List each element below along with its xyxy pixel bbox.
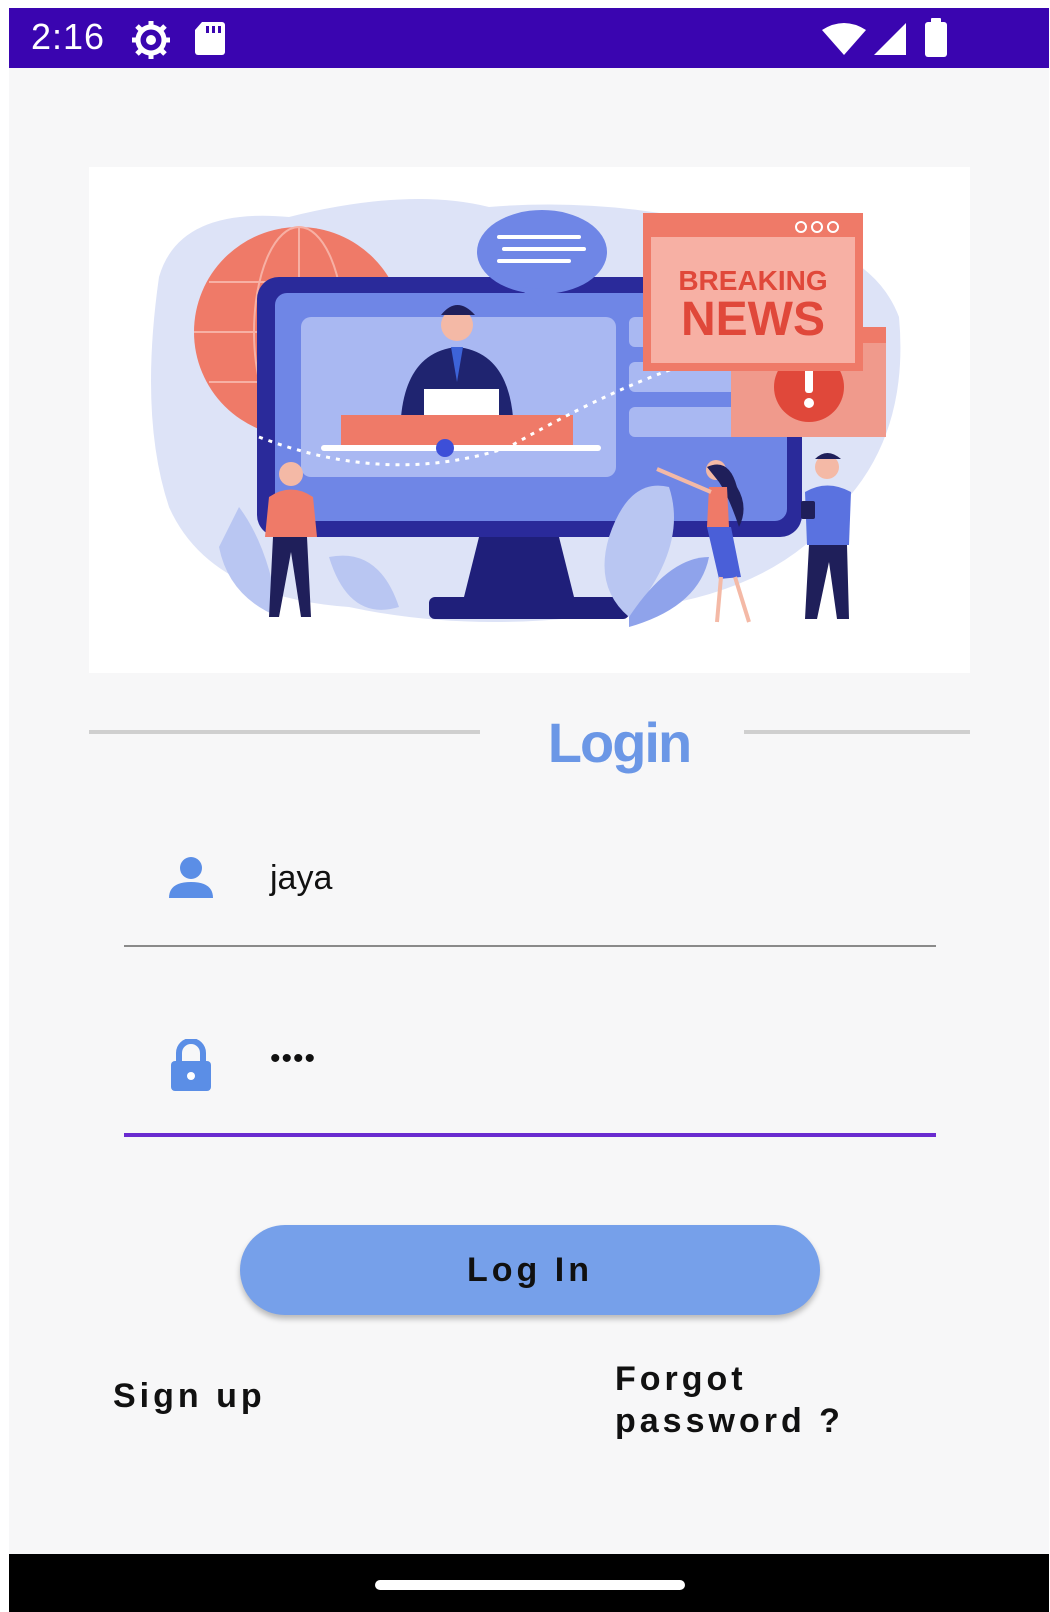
battery-icon: [925, 18, 947, 57]
app-screen: 2:16 BREAKING NEWS Login jaya •••• Log I…: [9, 8, 1049, 1612]
hero-illustration: BREAKING NEWS: [89, 167, 970, 673]
sign-up-link[interactable]: Sign up: [113, 1375, 266, 1417]
forgot-line-2: password ?: [615, 1402, 844, 1440]
divider-right: [744, 730, 970, 734]
username-input[interactable]: jaya: [270, 859, 332, 898]
login-title: Login: [547, 711, 692, 774]
password-underline: [124, 1133, 936, 1137]
forgot-line-1: Forgot: [615, 1360, 747, 1398]
forgot-password-link[interactable]: Forgot password ?: [615, 1358, 844, 1442]
divider-left: [89, 730, 480, 734]
password-input[interactable]: ••••: [270, 1042, 316, 1076]
navigation-bar: [9, 1554, 1049, 1612]
settings-gear-icon: [132, 21, 170, 59]
username-underline: [124, 945, 936, 947]
status-bar: 2:16: [9, 8, 1049, 68]
sd-card-icon: [195, 22, 225, 55]
person-icon: [169, 857, 213, 898]
login-button[interactable]: Log In: [240, 1225, 820, 1315]
home-gesture-handle[interactable]: [375, 1580, 685, 1590]
banner-breaking-text: BREAKING: [678, 265, 827, 296]
wifi-icon: [822, 23, 866, 55]
status-time: 2:16: [31, 16, 106, 57]
breaking-news-illustration: BREAKING NEWS: [151, 199, 901, 627]
cell-signal-icon: [874, 23, 906, 55]
lock-icon: [171, 1039, 211, 1091]
banner-news-text: NEWS: [681, 293, 825, 346]
